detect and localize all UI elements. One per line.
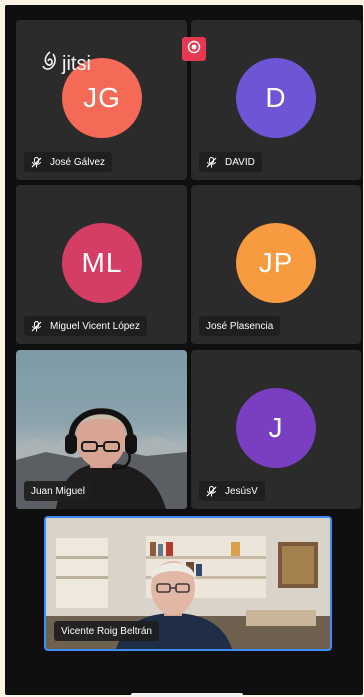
record-icon [187, 40, 201, 59]
mic-muted-icon [206, 156, 217, 168]
participant-name: José Plasencia [206, 320, 274, 332]
mic-muted-icon [31, 156, 42, 168]
home-indicator[interactable] [131, 693, 243, 697]
participant-name-label: José Gálvez [24, 152, 113, 172]
participant-name-label: JesúsV [199, 481, 265, 501]
participant-name: JesúsV [225, 485, 258, 497]
recording-button[interactable] [182, 37, 206, 61]
jitsi-logo-icon [40, 50, 62, 78]
participant-name-label: DAVID [199, 152, 262, 172]
participant-name: Miguel Vicent López [50, 320, 140, 332]
participant-name: DAVID [225, 156, 255, 168]
mic-muted-icon [206, 485, 217, 497]
participant-tile[interactable]: J JesúsV [191, 350, 361, 509]
participant-name: Vicente Roig Beltrán [61, 625, 152, 637]
participant-name: José Gálvez [50, 156, 106, 168]
avatar: D [236, 58, 316, 138]
avatar: JP [236, 223, 316, 303]
participant-name-label: José Plasencia [199, 316, 281, 336]
local-video-tile[interactable]: Vicente Roig Beltrán [44, 516, 332, 651]
participant-tile[interactable]: ML Miguel Vicent López [16, 185, 187, 344]
local-participant-name-label: Vicente Roig Beltrán [54, 621, 159, 641]
mic-muted-icon [31, 320, 42, 332]
conference-stage: jitsi JG José Gálvez D DAVID ML Miguel V… [5, 5, 363, 697]
avatar: ML [62, 223, 142, 303]
jitsi-logo-text: jitsi [62, 52, 91, 75]
participant-name-label: Miguel Vicent López [24, 316, 147, 336]
participant-name: Juan Miguel [31, 485, 85, 497]
participant-video-tile[interactable]: Juan Miguel [16, 350, 187, 509]
jitsi-watermark: jitsi [40, 50, 91, 78]
participant-name-label: Juan Miguel [24, 481, 92, 501]
avatar: J [236, 388, 316, 468]
participant-tile[interactable]: JP José Plasencia [191, 185, 361, 344]
participant-tile[interactable]: D DAVID [191, 20, 361, 180]
participant-tile[interactable]: JG José Gálvez [16, 20, 187, 180]
